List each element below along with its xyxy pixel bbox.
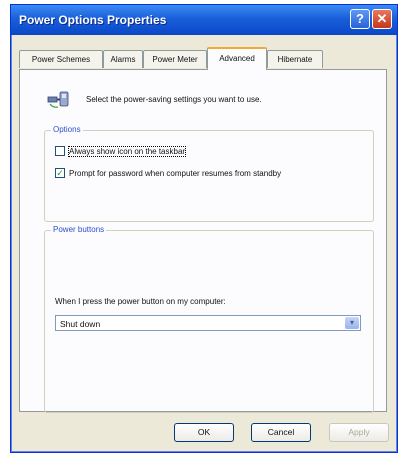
cancel-button[interactable]: Cancel xyxy=(251,423,311,442)
apply-button[interactable]: Apply xyxy=(329,423,389,442)
tab-hibernate[interactable]: Hibernate xyxy=(267,50,323,68)
power-buttons-group: Power buttons When I press the power but… xyxy=(44,225,374,413)
options-group: Options Always show icon on the taskbar … xyxy=(44,125,374,222)
tab-power-schemes[interactable]: Power Schemes xyxy=(19,50,103,68)
show-icon-checkbox[interactable] xyxy=(55,146,65,156)
power-options-dialog: Power Options Properties ? ✕ Power Schem… xyxy=(10,4,398,453)
help-button[interactable]: ? xyxy=(350,9,370,29)
advanced-tab-panel: Select the power-saving settings you wan… xyxy=(19,69,387,413)
power-button-action-value: Shut down xyxy=(60,319,101,329)
power-options-icon xyxy=(47,91,69,108)
ok-button[interactable]: OK xyxy=(174,423,234,442)
window-title: Power Options Properties xyxy=(19,13,167,27)
options-group-label: Options xyxy=(51,125,83,134)
tab-advanced[interactable]: Advanced xyxy=(207,47,267,70)
show-icon-option[interactable]: Always show icon on the taskbar xyxy=(55,145,187,157)
prompt-password-checkbox[interactable]: ✓ xyxy=(55,168,65,178)
chevron-down-icon[interactable]: ▾ xyxy=(345,317,359,329)
tab-alarms[interactable]: Alarms xyxy=(103,50,143,68)
close-button[interactable]: ✕ xyxy=(372,9,392,29)
tab-power-meter[interactable]: Power Meter xyxy=(143,50,207,68)
prompt-password-label[interactable]: Prompt for password when computer resume… xyxy=(69,169,281,178)
show-icon-label[interactable]: Always show icon on the taskbar xyxy=(67,145,187,157)
prompt-password-option[interactable]: ✓ Prompt for password when computer resu… xyxy=(55,168,281,178)
power-buttons-group-label: Power buttons xyxy=(51,225,107,234)
header-text: Select the power-saving settings you wan… xyxy=(86,95,262,104)
power-button-prompt: When I press the power button on my comp… xyxy=(55,297,226,306)
title-bar[interactable]: Power Options Properties ? ✕ xyxy=(11,5,397,35)
power-button-action-select[interactable]: Shut down ▾ xyxy=(55,315,361,331)
